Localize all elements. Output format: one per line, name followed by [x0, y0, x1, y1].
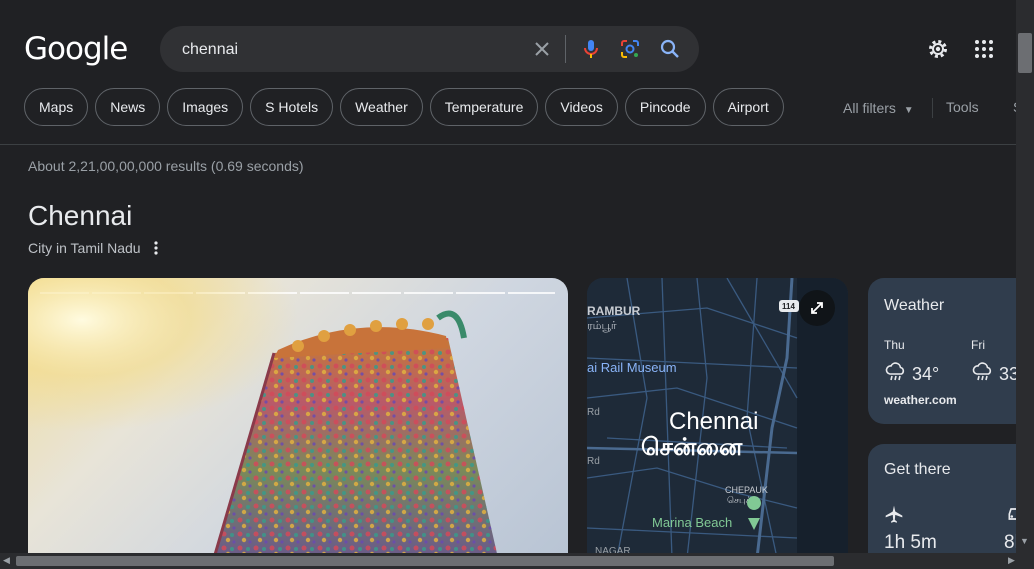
all-filters-label: All filters — [843, 100, 896, 116]
scroll-right-arrow-icon[interactable]: ▶ — [1008, 555, 1015, 566]
search-separator — [565, 35, 566, 63]
map-label-marina-beach: Marina Beach — [652, 515, 732, 530]
chevron-down-icon: ▼ — [903, 105, 914, 116]
map-label-road: Rd — [587, 456, 600, 467]
chip-temperature[interactable]: Temperature — [429, 88, 539, 126]
horizontal-scroll-thumb[interactable] — [16, 556, 834, 566]
scroll-down-arrow-icon[interactable]: ▼ — [1020, 536, 1029, 546]
chip-videos[interactable]: Videos — [545, 88, 618, 126]
temple-gopuram-illustration — [28, 278, 568, 558]
close-icon[interactable] — [530, 37, 554, 61]
flight-time: 1h 5m — [884, 532, 937, 553]
result-stats: About 2,21,00,00,000 results (0.69 secon… — [28, 158, 304, 174]
get-there-title: Get there — [884, 461, 951, 478]
rain-cloud-icon — [885, 362, 905, 381]
chip-hotels[interactable]: S Hotels — [250, 88, 334, 126]
scroll-left-arrow-icon[interactable]: ◀ — [3, 555, 10, 566]
vertical-scrollbar[interactable]: ▼ — [1016, 0, 1034, 553]
airplane-icon — [885, 505, 903, 523]
tools-button[interactable]: Tools — [946, 99, 979, 115]
map-label-road: Rd — [587, 407, 600, 418]
filter-divider — [932, 98, 933, 118]
map-label-city: Chennai — [669, 408, 758, 435]
map-label-rambur: RAMBUR — [587, 304, 641, 318]
apps-grid-icon[interactable] — [972, 37, 996, 61]
get-there-card[interactable]: Get there 1h 5m 8h — [868, 444, 1028, 564]
mic-icon[interactable] — [579, 37, 603, 61]
chip-news[interactable]: News — [95, 88, 161, 126]
map-preview[interactable]: RAMBUR ரம்பூர் ai Rail Museum Rd Rd Chen… — [587, 278, 848, 558]
lens-icon[interactable] — [618, 37, 642, 61]
chip-maps[interactable]: Maps — [24, 88, 89, 126]
vertical-scroll-thumb[interactable] — [1018, 33, 1032, 73]
gear-icon[interactable] — [926, 37, 950, 61]
search-box[interactable] — [160, 26, 699, 74]
weather-temp: 34° — [912, 364, 940, 384]
all-filters-button[interactable]: All filters ▼ — [843, 100, 914, 116]
map-label-chepauk: CHEPAUK — [725, 485, 768, 495]
map-label-city-ta: சென்னை — [641, 433, 743, 461]
search-icon[interactable] — [658, 37, 682, 61]
header-divider — [0, 144, 1016, 145]
temple-photo[interactable] — [28, 278, 568, 558]
search-chips: Maps News Images S Hotels Weather Temper… — [24, 88, 784, 126]
horizontal-scrollbar[interactable]: ◀ ▶ — [0, 553, 1034, 569]
more-vert-icon[interactable] — [149, 240, 163, 256]
map-label-museum: ai Rail Museum — [587, 360, 677, 375]
weather-title: Weather — [884, 297, 945, 314]
chip-pincode[interactable]: Pincode — [624, 88, 706, 126]
weather-card[interactable]: Weather Thu 34° Fri 33 weather.com — [868, 278, 1028, 424]
google-logo[interactable]: Google — [24, 31, 128, 67]
weather-day: Fri — [971, 338, 985, 352]
map-canvas: RAMBUR ரம்பூர் ai Rail Museum Rd Rd Chen… — [587, 278, 848, 558]
rain-cloud-icon — [972, 362, 992, 381]
chip-weather[interactable]: Weather — [340, 88, 423, 126]
search-input[interactable] — [180, 26, 514, 74]
route-number: 114 — [782, 302, 795, 311]
chip-images[interactable]: Images — [167, 88, 244, 126]
map-label-rambur-ta: ரம்பூர் — [587, 319, 617, 332]
weather-source[interactable]: weather.com — [884, 393, 957, 407]
page-title: Chennai — [28, 200, 133, 231]
weather-day: Thu — [884, 338, 905, 352]
entity-subtitle: City in Tamil Nadu — [28, 240, 141, 256]
chip-airport[interactable]: Airport — [712, 88, 784, 126]
